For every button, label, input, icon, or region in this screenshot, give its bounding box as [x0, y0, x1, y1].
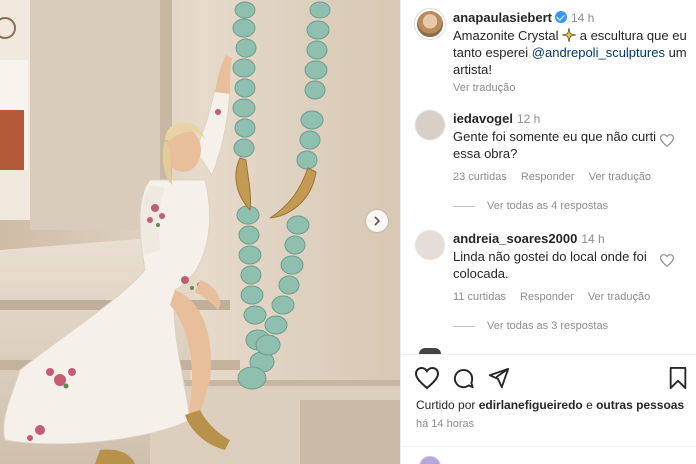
comment-body: andreia_soares2000 14 h Linda não gostei … — [453, 230, 673, 306]
caption-body: anapaulasiebert 14 h Amazonite Crystal a … — [453, 9, 690, 97]
sparkle-icon — [562, 28, 577, 42]
next-photo-button[interactable] — [366, 210, 388, 232]
current-user-avatar — [419, 456, 441, 464]
liked-prefix: Curtido por — [416, 398, 479, 412]
post-age[interactable]: há 14 horas — [416, 418, 474, 430]
like-heart-icon[interactable] — [415, 367, 439, 389]
translate-link[interactable]: Ver tradução — [589, 169, 651, 186]
translate-link[interactable]: Ver tradução — [588, 289, 650, 306]
comment-text: Gente foi somente eu que não curti essa … — [453, 129, 657, 161]
post-caption: anapaulasiebert 14 h Amazonite Crystal a … — [415, 9, 690, 97]
post-time[interactable]: 14 h — [571, 11, 594, 25]
comments-panel: anapaulasiebert 14 h Amazonite Crystal a … — [400, 0, 696, 464]
heart-icon[interactable] — [660, 254, 674, 267]
replies-divider — [453, 325, 475, 327]
verified-icon — [555, 11, 567, 23]
view-replies-label: Ver todas as 4 respostas — [487, 200, 609, 212]
comment-icon[interactable] — [452, 367, 475, 390]
liked-by-text: Curtido por edirlanefigueiredo e outras … — [416, 398, 684, 412]
comment-actions: 23 curtidas Responder Ver tradução — [453, 169, 673, 186]
commenter-avatar[interactable] — [415, 110, 445, 140]
liked-user-link[interactable]: edirlanefigueiredo — [479, 398, 583, 412]
view-replies-button[interactable]: Ver todas as 3 respostas — [453, 320, 608, 332]
liked-others-link[interactable]: outras pessoas — [596, 398, 684, 412]
comment-actions: 11 curtidas Responder Ver tradução — [453, 289, 673, 306]
commenter-username[interactable]: iedavogel — [453, 111, 513, 126]
comment-item: iedavogel 12 h Gente foi somente eu que n… — [415, 110, 690, 186]
post-action-bar — [415, 366, 688, 390]
comment-item: andreia_soares2000 14 h Linda não gostei … — [415, 230, 690, 306]
author-username[interactable]: anapaulasiebert — [453, 10, 552, 25]
comment-time[interactable]: 14 h — [581, 232, 604, 246]
chevron-right-icon — [374, 216, 381, 226]
reply-button[interactable]: Responder — [521, 169, 575, 186]
author-avatar[interactable] — [415, 9, 445, 39]
view-replies-label: Ver todas as 3 respostas — [487, 320, 609, 332]
heart-icon[interactable] — [660, 134, 674, 147]
post-photo — [0, 0, 400, 464]
bookmark-icon[interactable] — [668, 367, 688, 389]
commenter-username[interactable]: andreia_soares2000 — [453, 231, 577, 246]
reply-button[interactable]: Responder — [520, 289, 574, 306]
footer-divider — [401, 446, 696, 447]
caption-text-start: Amazonite Crystal — [453, 28, 559, 43]
view-replies-button[interactable]: Ver todas as 4 respostas — [453, 200, 608, 212]
mention-link[interactable]: @andrepoli_sculptures — [532, 45, 665, 60]
liked-mid: e — [582, 398, 597, 412]
caption-translate-link[interactable]: Ver tradução — [453, 80, 690, 97]
comment-likes[interactable]: 11 curtidas — [453, 289, 506, 306]
replies-divider — [453, 205, 475, 207]
panel-divider — [401, 354, 696, 355]
comment-likes[interactable]: 23 curtidas — [453, 169, 507, 186]
comment-body: iedavogel 12 h Gente foi somente eu que n… — [453, 110, 673, 186]
comment-time[interactable]: 12 h — [517, 112, 540, 126]
photo-illustration — [0, 0, 400, 464]
comment-text: Linda não gostei do local onde foi coloc… — [453, 249, 647, 281]
share-icon[interactable] — [488, 367, 510, 389]
commenter-avatar[interactable] — [415, 230, 445, 260]
